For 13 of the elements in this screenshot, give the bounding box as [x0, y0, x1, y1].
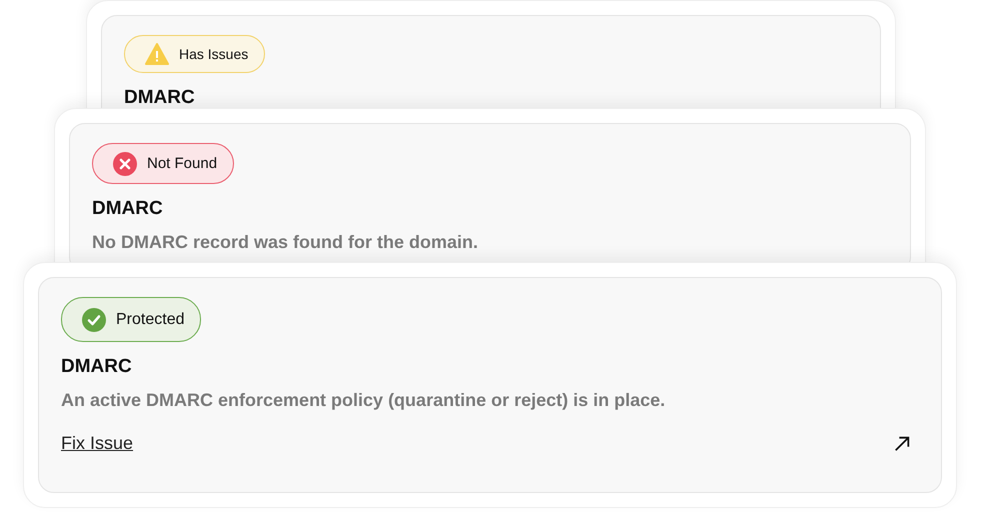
badge-label: Has Issues [179, 46, 248, 62]
badge-label: Protected [116, 310, 184, 328]
badge-label: Not Found [147, 155, 218, 172]
card-description: An active DMARC enforcement policy (quarantine or reject) is in place. [61, 390, 666, 411]
fix-issue-link[interactable]: Fix Issue [61, 433, 134, 454]
check-icon [82, 308, 106, 332]
arrow-up-right-icon[interactable] [893, 434, 911, 452]
card-title: DMARC [124, 87, 195, 109]
error-icon [113, 152, 137, 176]
card-description: No DMARC record was found for the domain. [92, 232, 478, 253]
warning-icon [145, 42, 169, 66]
card-title: DMARC [61, 356, 132, 378]
card-title: DMARC [92, 198, 163, 220]
